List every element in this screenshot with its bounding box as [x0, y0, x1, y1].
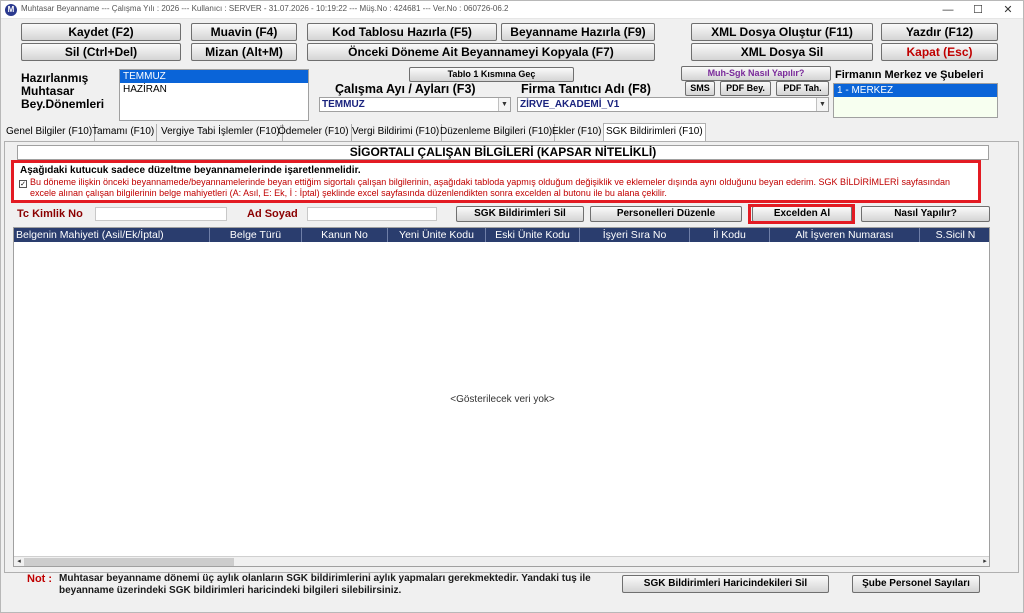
ad-soyad-input[interactable]: [307, 207, 437, 221]
sgk-sil-button[interactable]: SGK Bildirimleri Sil: [456, 206, 584, 222]
warning-box: Aşağıdaki kutucuk sadece düzeltme beyann…: [11, 160, 981, 203]
tab-ekler[interactable]: Ekler (F10): [550, 124, 605, 141]
list-item[interactable]: HAZİRAN: [120, 83, 308, 96]
pdf-bey-button[interactable]: PDF Bey.: [720, 81, 771, 96]
ad-soyad-label: Ad Soyad: [247, 208, 298, 220]
column-header[interactable]: Yeni Ünite Kodu: [388, 228, 486, 242]
tab-genel-bilgiler[interactable]: Genel Bilgiler (F10): [4, 124, 96, 141]
grid-header: Belgenin Mahiyeti (Asil/Ek/İptal) Belge …: [14, 228, 989, 242]
mizan-button[interactable]: Mizan (Alt+M): [191, 43, 297, 61]
muh-sgk-help-button[interactable]: Muh-Sgk Nasıl Yapılır?: [681, 66, 831, 81]
highlight-frame: [748, 204, 855, 224]
beyanname-hazirla-button[interactable]: Beyanname Hazırla (F9): [501, 23, 655, 41]
warning-text: Bu döneme ilişkin önceki beyannamede/bey…: [30, 177, 951, 198]
title-bar: M Muhtasar Beyanname --- Çalışma Yılı : …: [1, 1, 1023, 19]
nasil-yapilir-button[interactable]: Nasıl Yapılır?: [861, 206, 990, 222]
horizontal-scrollbar[interactable]: ◂ ▸: [14, 556, 989, 566]
column-header[interactable]: Belge Türü: [210, 228, 302, 242]
tc-label: Tc Kimlik No: [17, 208, 83, 220]
column-header[interactable]: İl Kodu: [690, 228, 770, 242]
firma-value: ZİRVE_AKADEMİ_V1: [520, 99, 620, 110]
scroll-right-icon[interactable]: ▸: [980, 557, 989, 566]
column-header[interactable]: İşyeri Sıra No: [580, 228, 690, 242]
minimize-icon[interactable]: —: [933, 1, 963, 19]
note-text: Muhtasar beyanname dönemi üç aylık olanl…: [59, 573, 591, 596]
column-header[interactable]: Alt İşveren Numarası: [770, 228, 920, 242]
tab-tamami[interactable]: Tamamı (F10): [90, 124, 158, 141]
app-window: M Muhtasar Beyanname --- Çalışma Yılı : …: [0, 0, 1024, 613]
list-item[interactable]: 1 - MERKEZ: [834, 84, 997, 97]
scroll-left-icon[interactable]: ◂: [14, 557, 24, 566]
copy-previous-button[interactable]: Önceki Döneme Ait Beyannameyi Kopyala (F…: [307, 43, 655, 61]
sgk-grid[interactable]: Belgenin Mahiyeti (Asil/Ek/İptal) Belge …: [13, 227, 990, 567]
close-icon[interactable]: ✕: [993, 1, 1023, 19]
section-title: SİGORTALI ÇALIŞAN BİLGİLERİ (KAPSAR NİTE…: [17, 145, 989, 160]
calisma-ayi-value: TEMMUZ: [322, 99, 365, 110]
sube-personel-button[interactable]: Şube Personel Sayıları: [852, 575, 980, 593]
empty-message: <Gösterilecek veri yok>: [450, 394, 555, 405]
sgk-haric-sil-button[interactable]: SGK Bildirimleri Haricindekileri Sil: [622, 575, 829, 593]
close-app-button[interactable]: Kapat (Esc): [881, 43, 998, 61]
column-header[interactable]: Kanun No: [302, 228, 388, 242]
firma-label: Firma Tanıtıcı Adı (F8): [521, 82, 651, 96]
scroll-thumb[interactable]: [24, 558, 234, 566]
tab-vergiye-tabi[interactable]: Vergiye Tabi İşlemler (F10): [159, 124, 283, 141]
tablo1-button[interactable]: Tablo 1 Kısmına Geç: [409, 67, 574, 82]
sms-button[interactable]: SMS: [685, 81, 715, 96]
tc-input[interactable]: [95, 207, 227, 221]
column-header[interactable]: S.Sicil N: [920, 228, 989, 242]
print-button[interactable]: Yazdır (F12): [881, 23, 998, 41]
tab-odemeler[interactable]: Ödemeler (F10): [276, 124, 352, 141]
calisma-ayi-select[interactable]: TEMMUZ ▼: [319, 97, 511, 112]
app-logo-icon: M: [5, 4, 17, 16]
tab-vergi-bildirimi[interactable]: Vergi Bildirimi (F10): [350, 124, 443, 141]
sube-list[interactable]: 1 - MERKEZ: [833, 83, 998, 118]
note-label: Not :: [27, 573, 53, 585]
calisma-ayi-label: Çalışma Ayı / Ayları (F3): [335, 82, 476, 96]
chevron-down-icon[interactable]: ▼: [816, 98, 828, 111]
chevron-down-icon[interactable]: ▼: [498, 98, 510, 111]
tab-duzenleme-bilgileri[interactable]: Düzenleme Bilgileri (F10): [438, 124, 556, 141]
personel-duzenle-button[interactable]: Personelleri Düzenle: [590, 206, 742, 222]
periods-label: Hazırlanmış Muhtasar Bey.Dönemleri: [21, 72, 104, 111]
warning-title: Aşağıdaki kutucuk sadece düzeltme beyann…: [20, 165, 361, 176]
column-header[interactable]: Belgenin Mahiyeti (Asil/Ek/İptal): [14, 228, 210, 242]
column-header[interactable]: Eski Ünite Kodu: [486, 228, 580, 242]
list-item[interactable]: TEMMUZ: [120, 70, 308, 83]
sube-label: Firmanın Merkez ve Şubeleri: [835, 69, 984, 81]
firma-select[interactable]: ZİRVE_AKADEMİ_V1 ▼: [517, 97, 829, 112]
window-title: Muhtasar Beyanname --- Çalışma Yılı : 20…: [21, 4, 509, 13]
xml-olustur-button[interactable]: XML Dosya Oluştur (F11): [691, 23, 873, 41]
confirmation-checkbox[interactable]: ✓: [19, 180, 27, 188]
maximize-icon[interactable]: ☐: [963, 1, 993, 19]
save-button[interactable]: Kaydet (F2): [21, 23, 181, 41]
xml-sil-button[interactable]: XML Dosya Sil: [691, 43, 873, 61]
pdf-tah-button[interactable]: PDF Tah.: [776, 81, 829, 96]
periods-label-line3: Bey.Dönemleri: [21, 97, 105, 111]
periods-list[interactable]: TEMMUZ HAZİRAN: [119, 69, 309, 121]
delete-button[interactable]: Sil (Ctrl+Del): [21, 43, 181, 61]
tab-sgk-bildirimleri[interactable]: SGK Bildirimleri (F10): [603, 123, 706, 142]
kod-tablosu-button[interactable]: Kod Tablosu Hazırla (F5): [307, 23, 497, 41]
muavin-button[interactable]: Muavin (F4): [191, 23, 297, 41]
